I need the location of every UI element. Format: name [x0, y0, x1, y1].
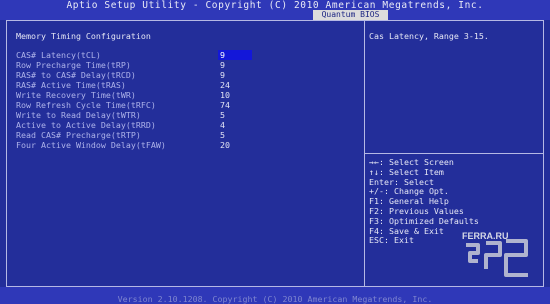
setting-row-trp[interactable]: Row Precharge Time(tRP) 9 — [16, 60, 356, 70]
help-divider — [365, 153, 543, 154]
setting-row-trfc[interactable]: Row Refresh Cycle Time(tRFC) 74 — [16, 100, 356, 110]
footer-version-text: Version 2.10.1208. Copyright (C) 2010 Am… — [117, 294, 433, 304]
setting-row-trrd[interactable]: Active to Active Delay(tRRD) 4 — [16, 120, 356, 130]
item-help-text: Cas Latency, Range 3-15. — [369, 31, 489, 41]
setting-value[interactable]: 5 — [220, 110, 225, 120]
setting-value[interactable]: 24 — [220, 80, 230, 90]
setting-row-tras[interactable]: RAS# Active Time(tRAS) 24 — [16, 80, 356, 90]
setting-label: Row Refresh Cycle Time(tRFC) — [16, 100, 156, 110]
app-title: Aptio Setup Utility - Copyright (C) 2010… — [66, 0, 484, 11]
setting-row-trcd[interactable]: RAS# to CAS# Delay(tRCD) 9 — [16, 70, 356, 80]
ferra-watermark-logo: FERRA.RU — [462, 231, 528, 277]
section-title: Memory Timing Configuration — [16, 31, 151, 41]
setting-value[interactable]: 74 — [220, 100, 230, 110]
setting-label: Read CAS# Precharge(tRTP) — [16, 130, 141, 140]
setting-label: Active to Active Delay(tRRD) — [16, 120, 156, 130]
setting-value[interactable]: 4 — [220, 120, 225, 130]
setting-label: Four Active Window Delay(tFAW) — [16, 140, 166, 150]
footer-bar: Version 2.10.1208. Copyright (C) 2010 Am… — [0, 287, 550, 304]
setting-label: RAS# Active Time(tRAS) — [16, 80, 126, 90]
setting-row-tcl[interactable]: CAS# Latency(tCL) 9 — [16, 50, 356, 60]
setting-row-trtp[interactable]: Read CAS# Precharge(tRTP) 5 — [16, 130, 356, 140]
setting-value[interactable]: 9 — [220, 60, 225, 70]
setting-label: Write to Read Delay(tWTR) — [16, 110, 141, 120]
tab-quantum-bios[interactable]: Quantum BIOS — [313, 10, 388, 20]
setting-row-twtr[interactable]: Write to Read Delay(tWTR) 5 — [16, 110, 356, 120]
setting-label: RAS# to CAS# Delay(tRCD) — [16, 70, 136, 80]
setting-label: Row Precharge Time(tRP) — [16, 60, 131, 70]
setting-row-twr[interactable]: Write Recovery Time(tWR) 10 — [16, 90, 356, 100]
title-bar: Aptio Setup Utility - Copyright (C) 2010… — [0, 0, 550, 20]
setting-value[interactable]: 9 — [220, 70, 225, 80]
setting-value[interactable]: 10 — [220, 90, 230, 100]
setting-label: CAS# Latency(tCL) — [16, 50, 101, 60]
watermark-text: FERRA.RU — [462, 231, 509, 241]
setting-value[interactable]: 9 — [218, 50, 252, 60]
setting-value[interactable]: 20 — [220, 140, 230, 150]
setting-label: Write Recovery Time(tWR) — [16, 90, 136, 100]
setting-row-tfaw[interactable]: Four Active Window Delay(tFAW) 20 — [16, 140, 356, 150]
setting-value[interactable]: 5 — [220, 130, 225, 140]
